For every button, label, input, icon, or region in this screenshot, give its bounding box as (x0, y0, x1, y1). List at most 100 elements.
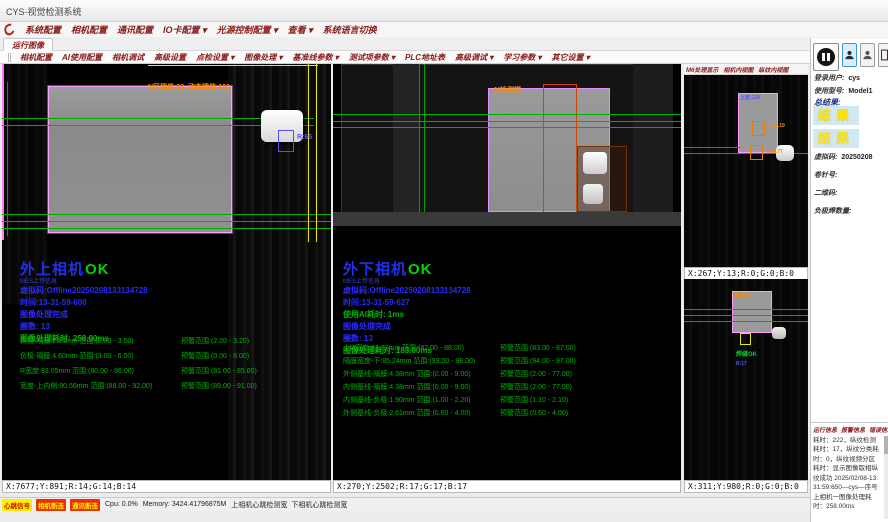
log-scrollbar-thumb[interactable] (884, 436, 888, 454)
exit-door-icon (880, 48, 888, 62)
log-tab[interactable]: 错误信息 (869, 425, 888, 434)
toolbar-item[interactable]: 高级设置 (154, 52, 186, 63)
model-row: 使用型号: Model1 (814, 86, 872, 96)
preview2-orange-label: 阈值:93 (734, 292, 751, 299)
toolbar-item[interactable]: 基准线参数 ▾ (293, 52, 339, 63)
menu-item[interactable]: 系统配置 (25, 23, 61, 36)
overlay-yellow-box (740, 333, 751, 345)
result-indicator: 结果 (813, 106, 859, 125)
toolbar-item[interactable]: AI使用配置 (62, 52, 102, 63)
model-label: 使用型号: (814, 88, 844, 95)
preview1-view[interactable]: 上宽:128 R:48.19 R:28.77 (684, 75, 808, 267)
user-switch-button[interactable] (860, 43, 875, 67)
camera1-loops: 圈数: 13 (20, 321, 148, 333)
tab-running-image[interactable]: 运行图像 (3, 38, 53, 51)
info-field: 虚拟码:20250208 (814, 152, 888, 162)
login-user-value: cys (848, 75, 860, 82)
preview2-blue-label: R:17 (736, 361, 747, 367)
overlay-yellow-vline (308, 64, 309, 242)
measurement-warning-range: 预警范围:(2.00 - 77.00) (500, 369, 572, 382)
measurement-value: 负极-隔膜:2.91mm 范围:(2.00 - 3.50) (20, 336, 181, 351)
toolbar-item[interactable]: 测试项参数 ▾ (349, 52, 395, 63)
exit-button[interactable] (878, 43, 888, 67)
log-scrollbar[interactable] (884, 436, 888, 519)
pause-button[interactable] (813, 43, 839, 71)
camera2-status: OK (408, 261, 433, 278)
camera2-view[interactable]: AI检测框 外下相机OK MES上传信息 虚拟码:Offline20250208… (333, 64, 681, 480)
measurement-warning-range: 预警范围:(83.00 - 87.00) (500, 343, 576, 356)
app-window: CYS-视觉检测系统 系统配置相机配置通讯配置IO卡配置 ▾光源控制配置 ▾查看… (0, 0, 888, 522)
right-panel: 登录用户:cys 使用型号:Model1 总结果: 结果结果 虚拟码:20250… (810, 38, 888, 522)
overlay-green-hline (2, 221, 331, 222)
toolbar-item[interactable]: 学习参数 ▾ (503, 52, 541, 63)
measurement-warning-range: 预警范围:(1.10 - 2.10) (500, 395, 568, 408)
status-badge: 通讯断连 (70, 499, 100, 511)
heartbeat-item: 上相机心跳检测宽 (231, 500, 287, 510)
toolbar: 相机配置 AI使用配置相机调试高级设置点检设置 ▾ 图像处理 ▾ 基准线参数 ▾ 测试项… (0, 51, 810, 64)
overlay-green-hline (2, 214, 331, 215)
overlay-green-vline (419, 64, 420, 214)
toolbar-item[interactable]: PLC地址表 (405, 52, 445, 63)
overlay-green-hline (684, 147, 740, 148)
camera2-column (393, 64, 419, 214)
preview-tab[interactable]: 纵纹内视图 (758, 65, 788, 74)
model-value[interactable]: Model1 (848, 88, 872, 95)
info-field: 卷针号: (814, 170, 888, 180)
measurement-value: 内侧基线-负极:1.90mm 范围:(1.00 - 2.20) (343, 395, 500, 408)
camera2-weld-blob (583, 184, 603, 204)
preview-tab[interactable]: M6处理显示 (686, 65, 718, 74)
menu-item[interactable]: 查看 ▾ (288, 23, 313, 36)
status-badge: 心跳信号 (2, 499, 32, 511)
preview2-view[interactable]: 阈值:93 焊缝OK R:17 (684, 279, 808, 480)
log-tab[interactable]: 运行信息 (813, 425, 837, 434)
result-indicators: 结果结果 (813, 106, 859, 148)
camera1-view[interactable]: N区阈值:93, 动态阈值:100 R:66 外上相机OK MES上传信息 虚拟… (2, 64, 331, 480)
field-label: 卷针号: (814, 172, 837, 179)
control-buttons (813, 43, 888, 71)
overlay-blue-box (278, 130, 294, 152)
status-bar: 心跳信号相机断连通讯断连 Cpu: 0.0% Memory: 3424.4179… (0, 497, 810, 511)
menu-item[interactable]: 相机配置 (71, 23, 107, 36)
toolbar-item[interactable]: 相机配置 (20, 52, 52, 63)
measurement-warning-range: 预警范围:(81.00 - 85.00) (181, 366, 257, 381)
menu-item[interactable]: 系统语言切换 (323, 23, 377, 36)
camera2-weld-blob (583, 152, 607, 174)
menu-item[interactable]: 光源控制配置 ▾ (217, 23, 278, 36)
tab-bar: 运行图像 (0, 37, 810, 51)
log-section: 运行信息报警信息错误信息 耗时：222，纵纹检测耗时：17，纵纹分类耗时：0，纵… (811, 422, 888, 522)
camera1-marker-text: R:66 (297, 134, 312, 141)
menu-item[interactable]: IO卡配置 ▾ (163, 23, 207, 36)
preview1-blue-label: 上宽:128 (740, 94, 760, 101)
camera1-coordbar: X:7677;Y:891;R:14;G:14;B:14 (2, 480, 331, 493)
camera2-coordbar: X:270;Y:2502;R:17;G:17;B:17 (333, 480, 681, 493)
camera1-time: 时间:13-31-59-600 (20, 297, 148, 309)
log-tab[interactable]: 报警信息 (841, 425, 865, 434)
preview2-coordbar: X:311;Y:980;R:0;G:0;B:0 (684, 480, 808, 493)
person-icon (862, 48, 873, 62)
toolbar-item[interactable]: 相机调试 (112, 52, 144, 63)
camera1-status: OK (85, 261, 110, 278)
toolbar-item[interactable]: 图像处理 ▾ (244, 52, 282, 63)
heartbeat-item: 下相机心跳检测宽 (291, 500, 347, 510)
overlay-green-hline (333, 127, 681, 128)
overlay-green-hline (684, 315, 808, 316)
login-user-label: 登录用户: (814, 75, 844, 82)
overlay-green-vline (7, 82, 8, 236)
measurement-value: 隔膜宽度-下:95.24mm 范围:(93.00 - 98.00) (343, 356, 500, 369)
camera1-threshold-text: N区阈值:93, 动态阈值:100 (148, 82, 230, 92)
overlay-orange-box (750, 145, 763, 160)
info-fields: 虚拟码:20250208 卷针号: 二维码: 负极焊数量: (811, 152, 888, 224)
camera1-result-block: 外上相机OK MES上传信息 虚拟码:Offline20250208133134… (20, 258, 148, 345)
overlay-green-hline (684, 309, 808, 310)
toolbar-item[interactable]: 高级调试 ▾ (455, 52, 493, 63)
measurement-row: 负极-隔膜:4.60mm 范围:(3.00 - 6.00) 预警范围:(0.00… (20, 351, 257, 366)
menu-item[interactable]: 通讯配置 (117, 23, 153, 36)
user-login-button[interactable] (842, 43, 857, 67)
toolbar-item[interactable]: 点检设置 ▾ (196, 52, 234, 63)
toolbar-grip (8, 53, 11, 62)
toolbar-item[interactable]: 其它设置 ▾ (552, 52, 590, 63)
preview-tab[interactable]: 相机内视图 (723, 65, 753, 74)
measurement-row: 内侧基线-隔膜:4.38mm 范围:(0.00 - 9.00) 预警范围:(2.… (343, 382, 576, 395)
result-indicator: 结果 (813, 129, 859, 148)
field-label: 二维码: (814, 190, 837, 197)
